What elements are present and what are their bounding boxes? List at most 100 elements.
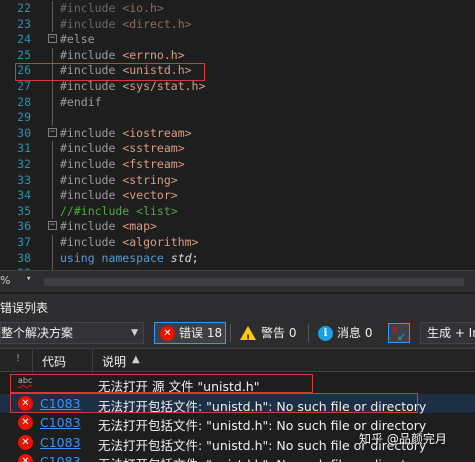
error-description: 无法打开包括文件: "unistd.h": No such file or di… [98, 454, 426, 462]
fold-guide [52, 188, 53, 204]
warnings-filter-button[interactable]: ! 警告 0 [236, 322, 304, 344]
error-list-title-bar: 错误列表 [0, 294, 475, 318]
code-text: #include <fstream> [60, 157, 185, 173]
code-token: #include [60, 141, 123, 156]
code-line[interactable]: 22 #include <io.h> [0, 1, 475, 17]
code-line[interactable]: 30 − #include <iostream> [0, 126, 475, 142]
fold-guide [52, 203, 53, 220]
fold-guide [52, 250, 53, 267]
errors-filter-button[interactable]: ✕ 错误 18 [154, 322, 226, 344]
error-list-row[interactable]: ✕ C1083 无法打开包括文件: "unistd.h": No such file… [0, 393, 475, 414]
code-token: <string> [122, 172, 178, 187]
code-token: std [170, 250, 192, 265]
filter-icon[interactable]: ✕ ↙ [388, 323, 410, 343]
horizontal-scrollbar[interactable] [44, 278, 464, 286]
error-icon: ✕ [18, 434, 33, 450]
error-list-rows: abc 无法打开 源 文件 "unistd.h" ✕ C1083 无法打开包括文件: "… [0, 373, 475, 462]
fold-guide [52, 94, 53, 111]
code-text: #include <sys/stat.h> [60, 79, 205, 95]
code-token: <iostream> [122, 125, 192, 140]
code-text: //#include <list> [60, 204, 178, 220]
error-description: 无法打开包括文件: "unistd.h": No such file or di… [98, 398, 427, 414]
error-code-link[interactable]: C1083 [40, 415, 81, 430]
error-code-link[interactable]: C1083 [40, 435, 81, 450]
warning-icon: ! [240, 326, 256, 344]
line-number: 25 [17, 47, 31, 62]
scope-dropdown[interactable]: 整个解决方案 ▼ [0, 322, 144, 344]
code-token: <sstream> [122, 141, 185, 156]
code-text: #include <errno.h> [60, 48, 185, 64]
code-text: #include <iostream> [60, 126, 192, 142]
line-number: 29 [17, 110, 31, 125]
code-token: #include [60, 188, 123, 203]
error-list-toolbar: 整个解决方案 ▼ ✕ 错误 18 ! 警告 0 i 消息 0 ✕ ↙ 生成 + I… [0, 318, 475, 348]
code-line[interactable]: 32 #include <fstream> [0, 157, 475, 173]
error-list-header: ! 代码 说明 ▲ [0, 348, 475, 373]
code-line[interactable]: 24 − #else [0, 32, 475, 48]
fold-guide [52, 79, 53, 95]
toolbar-divider [230, 324, 231, 342]
pin-icon[interactable]: ! [16, 353, 20, 364]
code-token: #include [60, 157, 123, 171]
code-line[interactable]: 34 #include <vector> [0, 188, 475, 204]
code-line[interactable]: 33 #include <string> [0, 172, 475, 189]
collapse-region-icon[interactable]: − [48, 34, 57, 44]
line-number: 36 [17, 219, 31, 234]
code-line[interactable]: 25 #include <errno.h> [0, 47, 475, 64]
error-list-row[interactable]: abc 无法打开 源 文件 "unistd.h" [0, 374, 475, 394]
error-icon: ✕ [18, 454, 33, 462]
sort-ascending-icon: ▲ [132, 354, 140, 365]
error-code-link[interactable]: C1083 [40, 396, 81, 411]
line-number: 32 [17, 157, 31, 171]
code-token: <direct.h> [122, 16, 192, 31]
code-token: #include [60, 63, 123, 78]
messages-filter-button[interactable]: i 消息 0 [314, 322, 380, 344]
column-divider[interactable] [32, 349, 33, 373]
code-line[interactable]: 23 #include <direct.h> [0, 16, 475, 33]
line-number: 34 [17, 188, 31, 203]
fold-guide [52, 47, 53, 64]
code-text: #include <algorithm> [60, 235, 198, 251]
code-token: <map> [122, 219, 157, 234]
fold-guide [52, 172, 53, 189]
code-token: #include [60, 47, 123, 62]
code-token: <unistd.h> [122, 63, 192, 78]
code-line[interactable]: 29 [0, 110, 475, 126]
column-header-description[interactable]: 说明 [102, 353, 126, 370]
code-text: #include <sstream> [60, 141, 185, 157]
code-line[interactable]: 26 #include <unistd.h> [0, 63, 475, 79]
code-token: #include [60, 219, 123, 234]
fold-guide [52, 63, 53, 79]
code-editor[interactable]: 22 #include <io.h> 23 #include <direct.h> 24… [0, 0, 475, 270]
collapse-region-icon[interactable]: − [48, 127, 57, 137]
errors-count-label: 错误 18 [179, 326, 223, 340]
zoom-dropdown-icon[interactable]: ▾ [26, 274, 31, 284]
error-list-title: 错误列表 [0, 301, 49, 315]
code-text: using namespace std; [60, 251, 199, 267]
code-token: #include [60, 235, 123, 249]
warnings-count-label: 警告 0 [261, 326, 297, 340]
code-text: #include <unistd.h> [60, 63, 192, 79]
column-header-code[interactable]: 代码 [42, 353, 66, 370]
code-token: #include [60, 125, 123, 140]
build-intellisense-dropdown[interactable]: 生成 + In [420, 322, 475, 344]
code-line[interactable]: 27 #include <sys/stat.h> [0, 79, 475, 95]
zoom-level[interactable]: % [0, 274, 10, 287]
line-number: 30 [17, 125, 31, 140]
code-line[interactable]: 31 #include <sstream> [0, 141, 475, 157]
column-divider[interactable] [92, 349, 93, 373]
collapse-region-icon[interactable]: − [48, 221, 57, 231]
fold-guide [52, 110, 53, 126]
messages-count-label: 消息 0 [337, 326, 373, 340]
code-line[interactable]: 36 − #include <map> [0, 219, 475, 235]
line-number: 28 [17, 94, 31, 109]
code-token: #include [60, 16, 123, 31]
code-line[interactable]: 28 #endif [0, 94, 475, 111]
error-list-row[interactable]: ✕ C1083 无法打开包括文件: "unistd.h": No such file… [0, 452, 475, 462]
code-line[interactable]: 35 //#include <list> [0, 203, 475, 220]
code-line[interactable]: 37 #include <algorithm> [0, 235, 475, 251]
fold-guide [52, 157, 53, 173]
watermark: 知乎 @品颜完月 [359, 432, 447, 446]
error-code-link[interactable]: C1083 [40, 454, 81, 462]
code-line[interactable]: 38 using namespace std; [0, 250, 475, 267]
